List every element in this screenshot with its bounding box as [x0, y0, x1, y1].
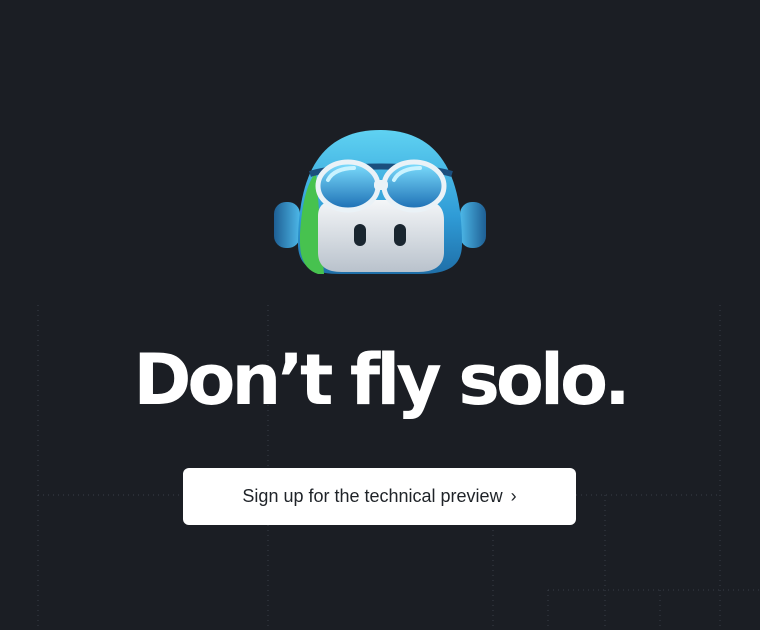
sign-up-technical-preview-button[interactable]: Sign up for the technical preview › — [183, 468, 576, 525]
cta-label: Sign up for the technical preview — [242, 486, 503, 506]
copilot-mascot-icon — [270, 124, 490, 284]
headline: Don’t fly solo. — [133, 339, 630, 421]
background-grid — [37, 305, 760, 630]
chevron-right-icon: › — [510, 486, 517, 506]
